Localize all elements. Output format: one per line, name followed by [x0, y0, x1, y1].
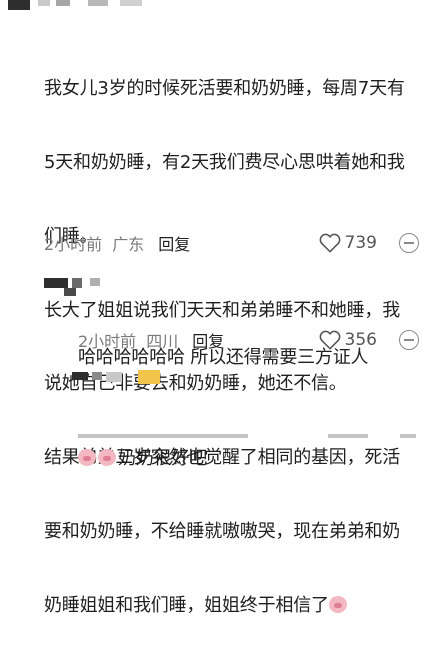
- username-redacted[interactable]: [8, 0, 148, 14]
- like-button[interactable]: 356: [319, 328, 377, 352]
- like-button[interactable]: 739: [319, 231, 377, 255]
- laughing-face-emoji-icon: [328, 595, 347, 613]
- like-count: 739: [344, 233, 377, 253]
- more-options-icon[interactable]: [399, 330, 419, 350]
- username-redacted[interactable]: [44, 278, 144, 296]
- reply-button[interactable]: 回复: [192, 328, 224, 352]
- comment-location: 四川: [146, 332, 179, 351]
- username-redacted[interactable]: [72, 370, 172, 388]
- partial-meta-cutoff: [78, 432, 418, 438]
- laughing-face-emoji-icon: [78, 449, 96, 467]
- comment-meta: 2小时前 广东 回复: [44, 231, 190, 255]
- laughing-face-emoji-icon: [98, 449, 116, 467]
- comment-time: 2小时前: [44, 235, 103, 254]
- comment-location: 广东: [112, 235, 145, 254]
- reply-button[interactable]: 回复: [158, 231, 190, 255]
- heart-outline-icon: [319, 233, 340, 253]
- comment-time: 2小时前: [78, 332, 137, 351]
- more-options-icon[interactable]: [399, 233, 419, 253]
- comment-text: 奶奶很好吧: [78, 398, 418, 521]
- comment-meta: 2小时前 四川 回复: [78, 328, 224, 352]
- heart-outline-icon: [319, 330, 340, 350]
- like-count: 356: [344, 330, 377, 350]
